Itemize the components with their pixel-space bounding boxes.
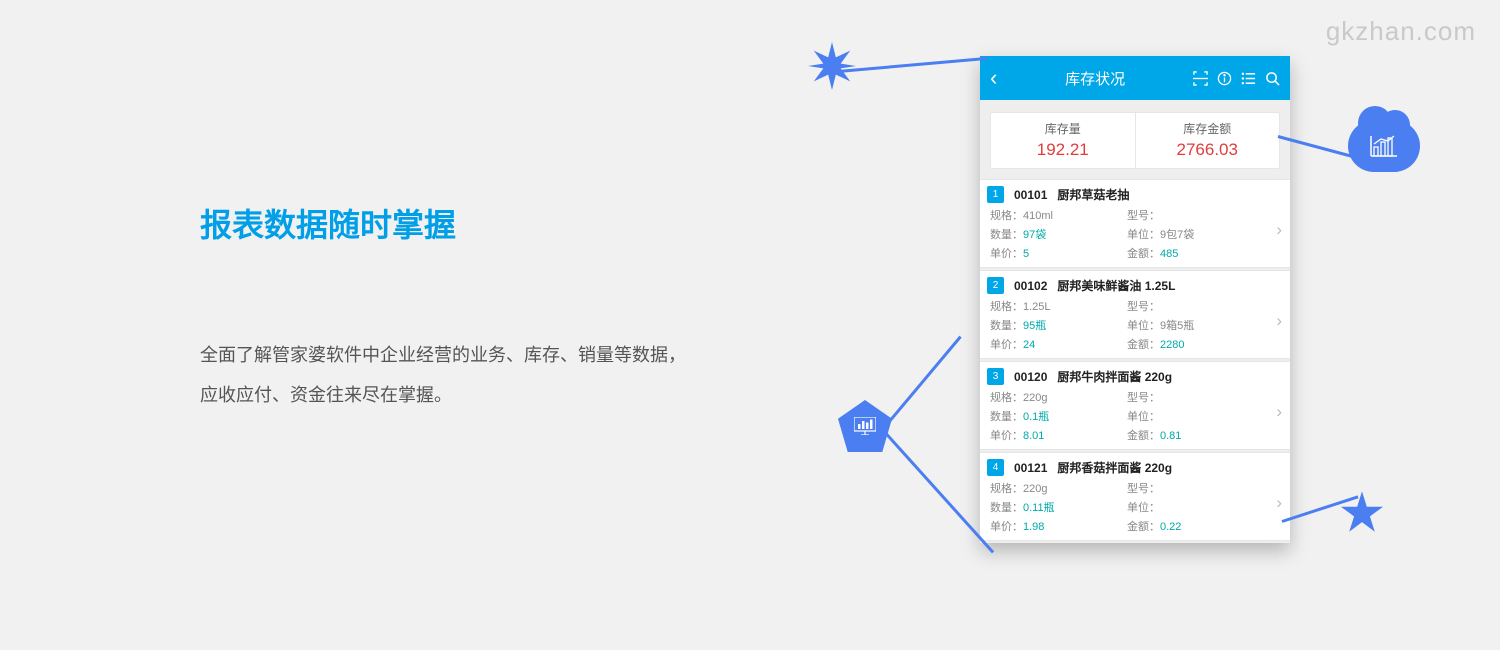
item-index-badge: 3 <box>987 368 1004 385</box>
inventory-item[interactable]: 2 00102 厨邦美味鲜酱油 1.25L 规格：1.25L 型号： 数量：95… <box>980 270 1290 359</box>
star-icon <box>1340 490 1384 539</box>
mobile-app-screenshot: ‹ 库存状况 <box>980 56 1290 543</box>
connector-line <box>838 57 988 73</box>
item-spec: 规格：410ml <box>990 207 1127 223</box>
item-code: 00101 <box>1014 188 1047 202</box>
inventory-item[interactable]: 4 00121 厨邦香菇拌面酱 220g 规格：220g 型号： 数量：0.11… <box>980 452 1290 541</box>
item-price: 单价：5 <box>990 245 1127 261</box>
info-icon[interactable] <box>1217 71 1232 86</box>
item-model: 型号： <box>1127 207 1264 223</box>
summary-amount-value: 2766.03 <box>1136 140 1280 160</box>
item-qty: 数量：0.1瓶 <box>990 408 1127 424</box>
item-unit: 单位： <box>1127 408 1264 424</box>
cloud-chart-icon <box>1348 120 1420 172</box>
list-icon[interactable] <box>1241 71 1256 86</box>
item-model: 型号： <box>1127 480 1264 496</box>
item-price: 单价：24 <box>990 336 1127 352</box>
item-amount: 金额：0.81 <box>1127 427 1264 443</box>
item-name: 厨邦牛肉拌面酱 220g <box>1057 368 1172 385</box>
inventory-item[interactable]: 1 00101 厨邦草菇老抽 规格：410ml 型号： 数量：97袋 单位：9包… <box>980 179 1290 268</box>
item-name: 厨邦香菇拌面酱 220g <box>1057 459 1172 476</box>
item-name: 厨邦美味鲜酱油 1.25L <box>1057 277 1175 294</box>
page-heading: 报表数据随时掌握 <box>200 200 700 246</box>
item-amount: 金额：0.22 <box>1127 518 1264 534</box>
item-unit: 单位：9包7袋 <box>1127 226 1264 242</box>
summary-qty-value: 192.21 <box>991 140 1135 160</box>
pentagon-chart-icon <box>838 400 892 452</box>
page-description: 全面了解管家婆软件中企业经营的业务、库存、销量等数据，应收应付、资金往来尽在掌握… <box>200 336 700 415</box>
summary-amount-label: 库存金额 <box>1136 120 1280 137</box>
app-title: 库存状况 <box>1065 68 1125 89</box>
item-index-badge: 2 <box>987 277 1004 294</box>
item-name: 厨邦草菇老抽 <box>1057 186 1129 203</box>
search-icon[interactable] <box>1265 71 1280 86</box>
item-qty: 数量：0.11瓶 <box>990 499 1127 515</box>
item-unit: 单位： <box>1127 499 1264 515</box>
connector-line <box>885 432 994 553</box>
item-price: 单价：1.98 <box>990 518 1127 534</box>
item-qty: 数量：97袋 <box>990 226 1127 242</box>
item-amount: 金额：485 <box>1127 245 1264 261</box>
inventory-item[interactable]: 3 00120 厨邦牛肉拌面酱 220g 规格：220g 型号： 数量：0.1瓶… <box>980 361 1290 450</box>
item-index-badge: 1 <box>987 186 1004 203</box>
item-amount: 金额：2280 <box>1127 336 1264 352</box>
item-model: 型号： <box>1127 298 1264 314</box>
scan-icon[interactable] <box>1193 71 1208 86</box>
item-spec: 规格：220g <box>990 389 1127 405</box>
item-model: 型号： <box>1127 389 1264 405</box>
chevron-right-icon: › <box>1276 311 1282 331</box>
summary-amount: 库存金额 2766.03 <box>1135 113 1280 168</box>
chevron-right-icon: › <box>1276 402 1282 422</box>
item-code: 00102 <box>1014 279 1047 293</box>
chevron-right-icon: › <box>1276 220 1282 240</box>
item-index-badge: 4 <box>987 459 1004 476</box>
summary-qty-label: 库存量 <box>991 120 1135 137</box>
back-button[interactable]: ‹ <box>990 65 997 91</box>
item-spec: 规格：1.25L <box>990 298 1127 314</box>
item-code: 00120 <box>1014 370 1047 384</box>
marketing-text-block: 报表数据随时掌握 全面了解管家婆软件中企业经营的业务、库存、销量等数据，应收应付… <box>200 200 700 415</box>
chevron-right-icon: › <box>1276 493 1282 513</box>
app-header: ‹ 库存状况 <box>980 56 1290 100</box>
item-code: 00121 <box>1014 461 1047 475</box>
item-price: 单价：8.01 <box>990 427 1127 443</box>
item-qty: 数量：95瓶 <box>990 317 1127 333</box>
item-unit: 单位：9箱5瓶 <box>1127 317 1264 333</box>
starburst-icon <box>808 42 856 95</box>
item-spec: 规格：220g <box>990 480 1127 496</box>
summary-qty: 库存量 192.21 <box>991 113 1135 168</box>
connector-line <box>885 336 962 427</box>
watermark-text: gkzhan.com <box>1326 16 1476 47</box>
summary-card: 库存量 192.21 库存金额 2766.03 <box>990 112 1280 169</box>
